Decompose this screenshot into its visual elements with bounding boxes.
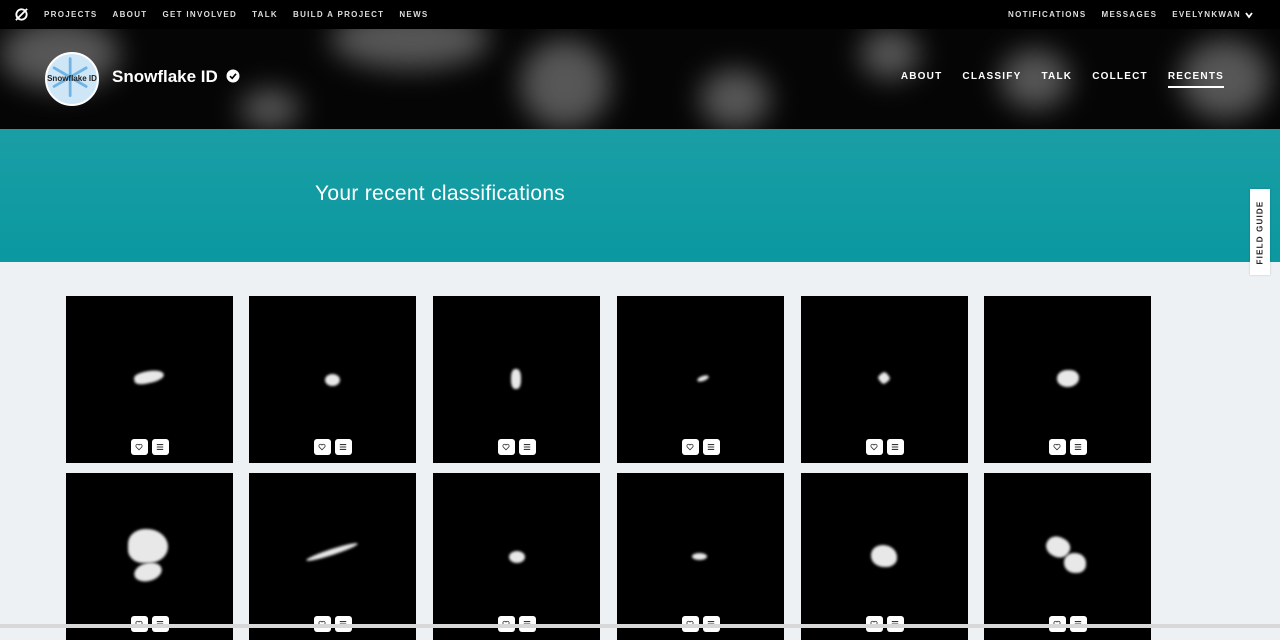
classification-card[interactable] (66, 296, 233, 463)
favorite-button[interactable] (681, 439, 699, 455)
project-nav-about[interactable]: ABOUT (901, 71, 943, 88)
field-guide-tab[interactable]: FIELD GUIDE (1250, 189, 1270, 275)
favorite-button[interactable] (497, 439, 515, 455)
nav-link-projects[interactable]: PROJECTS (44, 10, 98, 19)
classification-card[interactable] (801, 473, 968, 640)
avatar-label: Snowflake ID (47, 74, 97, 83)
nav-link-messages[interactable]: MESSAGES (1102, 10, 1158, 19)
nav-link-build-a-project[interactable]: BUILD A PROJECT (293, 10, 384, 19)
add-to-collection-button[interactable] (1069, 439, 1087, 455)
list-icon (707, 444, 715, 450)
heart-icon (502, 443, 510, 451)
project-header: Snowflake ID Snowflake ID ABOUT CLASSIFY… (0, 29, 1280, 129)
classification-card[interactable] (433, 473, 600, 640)
project-nav-talk[interactable]: TALK (1041, 71, 1072, 88)
favorite-button[interactable] (313, 439, 331, 455)
add-to-collection-button[interactable] (702, 439, 720, 455)
add-to-collection-button[interactable] (518, 439, 536, 455)
favorite-button[interactable] (865, 439, 883, 455)
classification-card[interactable] (249, 473, 416, 640)
list-icon (156, 444, 164, 450)
heart-icon (870, 443, 878, 451)
chevron-down-icon (1245, 11, 1253, 18)
project-nav-collect[interactable]: COLLECT (1092, 71, 1148, 88)
add-to-collection-button[interactable] (151, 439, 169, 455)
list-icon (1074, 444, 1082, 450)
favorite-button[interactable] (1048, 439, 1066, 455)
zooniverse-logo-icon[interactable] (14, 7, 29, 22)
nav-link-news[interactable]: NEWS (399, 10, 428, 19)
heart-icon (1053, 443, 1061, 451)
project-title[interactable]: Snowflake ID (112, 67, 218, 87)
classification-card[interactable] (617, 473, 784, 640)
bottom-edge (0, 624, 1280, 628)
nav-link-about[interactable]: ABOUT (113, 10, 148, 19)
page-banner: Your recent classifications (0, 129, 1280, 262)
classification-card[interactable] (984, 296, 1151, 463)
classification-card[interactable] (617, 296, 784, 463)
classification-card[interactable] (249, 296, 416, 463)
verified-badge-icon (226, 69, 240, 83)
user-nav-links: NOTIFICATIONS MESSAGES EVELYNKWAN (993, 0, 1254, 29)
project-nav: ABOUT CLASSIFY TALK COLLECT RECENTS (901, 71, 1224, 88)
project-nav-recents[interactable]: RECENTS (1167, 71, 1224, 88)
list-icon (339, 444, 347, 450)
project-avatar[interactable]: Snowflake ID (45, 52, 99, 106)
nav-link-notifications[interactable]: NOTIFICATIONS (1008, 10, 1087, 19)
heart-icon (686, 443, 694, 451)
classification-card[interactable] (433, 296, 600, 463)
add-to-collection-button[interactable] (334, 439, 352, 455)
classification-card[interactable] (801, 296, 968, 463)
username: EVELYNKWAN (1172, 9, 1241, 19)
list-icon (523, 444, 531, 450)
classification-card[interactable] (66, 473, 233, 640)
top-navbar: PROJECTS ABOUT GET INVOLVED TALK BUILD A… (0, 0, 1280, 29)
favorite-button[interactable] (130, 439, 148, 455)
main-nav-links: PROJECTS ABOUT GET INVOLVED TALK BUILD A… (44, 0, 444, 29)
add-to-collection-button[interactable] (886, 439, 904, 455)
classification-card[interactable] (984, 473, 1151, 640)
heart-icon (135, 443, 143, 451)
page-title: Your recent classifications (315, 182, 566, 205)
nav-link-get-involved[interactable]: GET INVOLVED (162, 10, 237, 19)
list-icon (891, 444, 899, 450)
nav-link-talk[interactable]: TALK (252, 10, 278, 19)
heart-icon (318, 443, 326, 451)
project-nav-classify[interactable]: CLASSIFY (962, 71, 1021, 88)
user-menu[interactable]: EVELYNKWAN (1172, 10, 1254, 20)
field-guide-label: FIELD GUIDE (1255, 200, 1265, 264)
